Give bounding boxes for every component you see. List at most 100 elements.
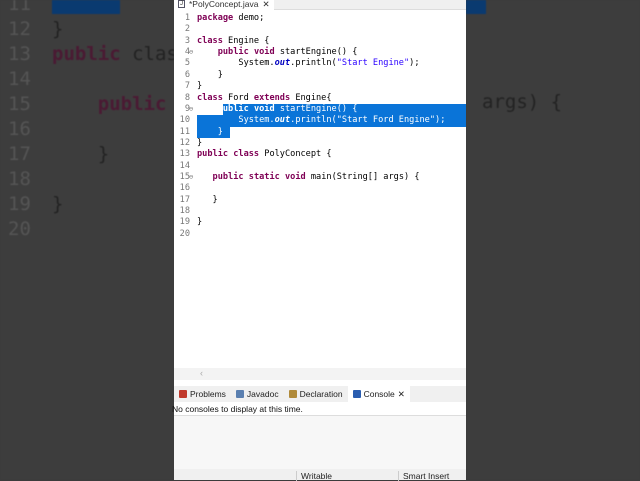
code-line: 7}	[174, 81, 466, 92]
line-number: 7	[184, 81, 190, 92]
horizontal-scrollbar[interactable]: ‹	[174, 368, 466, 380]
bg-line-number: 17	[8, 143, 31, 165]
line-number: 17	[179, 194, 190, 205]
code-token: startEngine() {	[274, 103, 358, 114]
code-token: void	[253, 103, 275, 114]
code-token: Ford	[222, 92, 254, 103]
view-tab-console[interactable]: Console ✕	[347, 386, 410, 402]
line-number: 16	[179, 183, 190, 194]
fold-collapse-icon[interactable]: ⊖	[189, 47, 193, 58]
code-token: }	[197, 69, 223, 80]
bg-code-text: }	[52, 143, 109, 165]
code-text: }	[197, 138, 202, 149]
code-line: 4 ⊖ public void startEngine() {	[174, 47, 466, 58]
code-token: "Start Engine"	[336, 58, 410, 69]
close-icon[interactable]: ✕	[262, 0, 269, 10]
code-token: );	[435, 115, 446, 126]
editor-tab-title: *PolyConcept.java	[189, 0, 259, 9]
view-tab-label: Declaration	[299, 389, 343, 399]
bg-line-number: 19	[8, 193, 31, 215]
console-icon	[352, 390, 361, 398]
line-number: 13	[179, 149, 190, 160]
code-token: Engine{	[290, 92, 332, 103]
code-line: 14	[174, 161, 466, 172]
code-token: package	[197, 13, 234, 23]
view-tab-problems[interactable]: Problems	[174, 386, 231, 402]
code-line: 5 System.out.println("Start Engine");	[174, 58, 466, 69]
code-line: 8 class Ford extends Engine{	[174, 93, 466, 104]
line-number: 20	[179, 228, 190, 239]
line-number: 8	[184, 92, 190, 103]
line-number: 3	[184, 35, 190, 46]
scroll-left-icon[interactable]: ‹	[200, 368, 203, 378]
code-text: public class PolyConcept {	[197, 149, 332, 160]
code-line: 6 }	[174, 70, 466, 81]
view-tab-javadoc[interactable]: Javadoc	[231, 386, 284, 402]
fold-collapse-icon[interactable]: ⊖	[189, 172, 193, 183]
fold-collapse-icon[interactable]: ⊖	[189, 104, 193, 115]
status-bar: Writable Smart Insert	[174, 469, 466, 481]
bg-line-number: 11	[8, 0, 31, 15]
editor-tab-bar: J *PolyConcept.java ✕	[174, 0, 466, 10]
bg-line-number: 14	[8, 68, 31, 90]
bg-selection	[52, 0, 120, 14]
blurred-background-right: args) {	[466, 0, 640, 480]
code-token: }	[197, 126, 223, 137]
line-number: 5	[184, 58, 190, 69]
view-tab-label: Problems	[190, 389, 226, 399]
code-editor[interactable]: 1 package demo; 2 3 class Engine {4 ⊖ public …	[174, 13, 466, 240]
console-area[interactable]	[174, 415, 466, 469]
code-token: }	[197, 81, 203, 92]
code-line: 9 ⊖ public void startEngine() {	[174, 103, 466, 116]
code-token: PolyConcept {	[259, 149, 332, 160]
bg-line-number: 20	[8, 218, 31, 240]
bg-code-text: public	[52, 93, 167, 115]
code-token: out	[274, 58, 291, 69]
bg-line-number: 16	[8, 118, 31, 140]
code-token: public	[217, 103, 249, 114]
code-text: }	[197, 81, 202, 92]
view-tab-declaration[interactable]: Declaration	[284, 386, 348, 402]
code-line: 2	[174, 24, 466, 35]
code-token: System.	[197, 115, 275, 126]
code-text: public static void main(String[] args) {	[197, 172, 420, 183]
code-line: 13 public class PolyConcept {	[174, 149, 466, 160]
code-line: 11 }	[174, 126, 466, 138]
line-number: 12	[179, 137, 190, 148]
code-line: 15 ⊖ public static void main(String[] arg…	[174, 172, 466, 183]
code-text: public void startEngine() {	[197, 103, 358, 115]
bg-token: clas	[120, 43, 174, 65]
view-tab-bar: Problems Javadoc Declaration Console ✕	[174, 386, 466, 402]
console-message: No consoles to display at this time.	[172, 404, 303, 414]
code-token: public	[197, 149, 229, 160]
bg-line-number: 15	[8, 93, 31, 115]
code-text: public void startEngine() {	[197, 47, 358, 58]
bg-token: }	[52, 143, 110, 165]
code-text: System.out.println("Start Engine");	[197, 58, 419, 69]
code-text: package demo;	[197, 13, 264, 24]
bg-text-args: args) {	[482, 91, 563, 113]
code-token: }	[197, 217, 203, 228]
code-token: public	[217, 47, 249, 58]
code-text: }	[197, 217, 202, 228]
eclipse-window: J *PolyConcept.java ✕ 1 package demo; 2 3 cl…	[172, 0, 466, 481]
javadoc-icon	[235, 390, 244, 398]
line-number: 19	[179, 217, 190, 228]
close-icon[interactable]: ✕	[398, 389, 405, 400]
bg-token: }	[52, 18, 64, 40]
problems-icon	[179, 390, 187, 398]
line-number: 14	[179, 160, 190, 171]
code-line: 16	[174, 183, 466, 194]
code-token: demo;	[233, 13, 265, 23]
editor-tab[interactable]: J *PolyConcept.java ✕	[174, 0, 274, 10]
view-tab-label: Javadoc	[246, 389, 279, 399]
code-line: 1 package demo;	[174, 13, 466, 24]
bg-line-number: 18	[8, 168, 31, 190]
code-token: out	[274, 115, 291, 126]
line-number: 6	[184, 69, 190, 80]
code-text: class Ford extends Engine{	[197, 93, 332, 104]
code-token: startEngine() {	[274, 47, 358, 58]
bg-line-number: 12	[8, 18, 31, 40]
